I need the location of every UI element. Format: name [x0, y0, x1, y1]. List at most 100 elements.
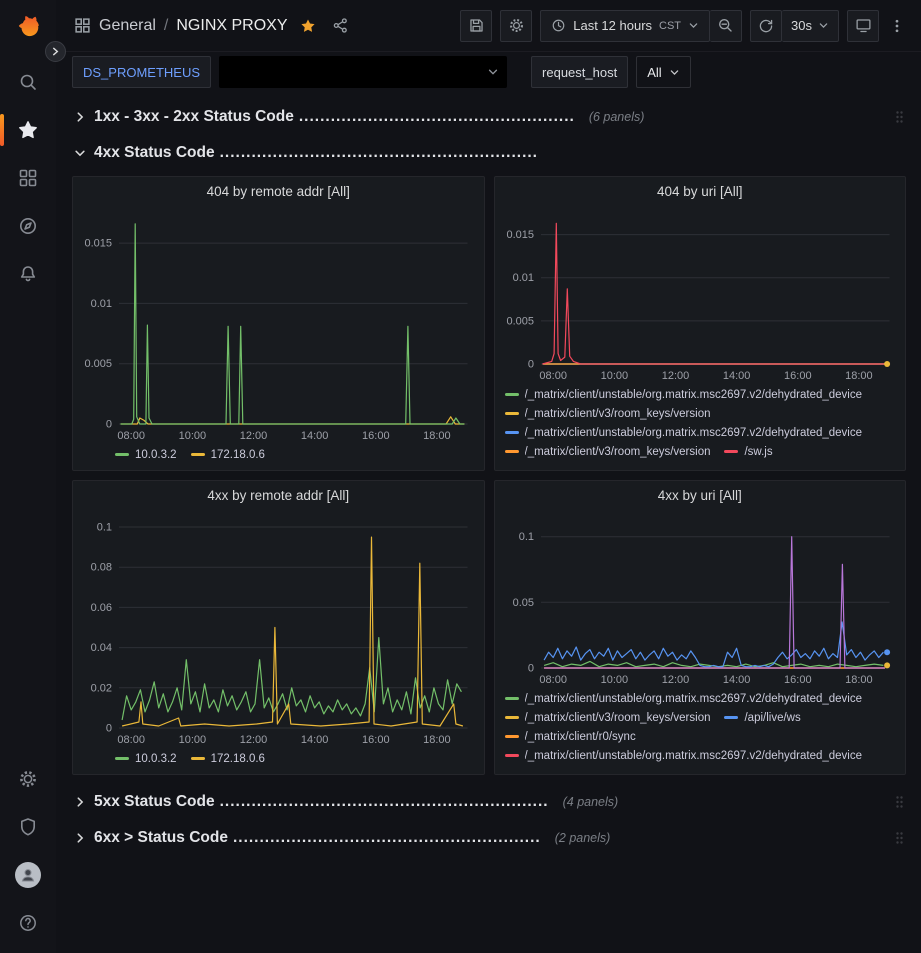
star-icon [18, 120, 38, 140]
row-title: 6xx > Status Code [94, 829, 228, 847]
row-drag-handle[interactable] [895, 831, 906, 845]
legend-series-label: /_matrix/client/v3/room_keys/version [525, 408, 711, 420]
legend-item[interactable]: /_matrix/client/unstable/org.matrix.msc2… [505, 747, 863, 764]
legend-item[interactable]: /_matrix/client/unstable/org.matrix.msc2… [505, 386, 863, 403]
panel-legend: /_matrix/client/unstable/org.matrix.msc2… [495, 688, 906, 774]
panel-legend: 10.0.3.2 172.18.0.6 [73, 748, 484, 774]
legend-series-label: /_matrix/client/v3/room_keys/version [525, 446, 711, 458]
timeseries-chart-404-by-uri[interactable]: 00.0050.010.01508:0010:0012:0014:0016:00… [499, 205, 902, 384]
sidebar-expand-toggle[interactable] [45, 41, 66, 62]
bell-icon [18, 264, 38, 284]
sidebar-item-starred[interactable] [0, 106, 56, 154]
sidebar-item-configuration[interactable] [0, 755, 56, 803]
panel-title[interactable]: 4xx by uri [All] [495, 481, 906, 509]
sidebar-item-explore[interactable] [0, 202, 56, 250]
legend-item[interactable]: 172.18.0.6 [191, 446, 265, 463]
svg-text:0.02: 0.02 [91, 682, 112, 694]
sidebar-item-dashboards[interactable] [0, 154, 56, 202]
sidebar-item-help[interactable] [0, 899, 56, 947]
svg-text:18:00: 18:00 [845, 674, 873, 686]
page-title: NGINX PROXY [176, 17, 287, 35]
legend-series-mark [115, 757, 129, 760]
row-header-5xx[interactable]: 5xx Status Code ........................… [72, 787, 906, 817]
refresh-interval-dropdown[interactable]: 30s [782, 10, 839, 42]
svg-text:0: 0 [527, 663, 533, 675]
panel-title[interactable]: 404 by uri [All] [495, 177, 906, 205]
svg-text:0.01: 0.01 [512, 272, 533, 284]
favorite-star-button[interactable] [300, 18, 316, 34]
clock-icon [551, 18, 566, 33]
legend-item[interactable]: /_matrix/client/unstable/org.matrix.msc2… [505, 424, 863, 441]
save-dashboard-button[interactable] [460, 10, 492, 42]
legend-item[interactable]: /sw.js [724, 443, 772, 460]
tv-mode-button[interactable] [847, 10, 879, 42]
timezone-label: CST [659, 20, 681, 32]
svg-text:14:00: 14:00 [722, 674, 750, 686]
kebab-menu-icon [889, 18, 905, 34]
sidebar-item-server-admin[interactable] [0, 803, 56, 851]
refresh-icon [758, 18, 774, 34]
chevron-right-icon [51, 47, 60, 56]
gear-icon [508, 17, 525, 34]
share-button[interactable] [332, 17, 349, 34]
dashboard-settings-button[interactable] [500, 10, 532, 42]
legend-item[interactable]: /_matrix/client/v3/room_keys/version [505, 709, 711, 726]
legend-series-mark [191, 453, 205, 456]
svg-text:0.005: 0.005 [506, 315, 534, 327]
svg-text:14:00: 14:00 [301, 430, 329, 442]
row-title: 5xx Status Code [94, 793, 215, 811]
svg-text:16:00: 16:00 [362, 430, 390, 442]
drag-dots-icon [895, 795, 904, 809]
zoom-out-icon [717, 17, 734, 34]
chevron-down-icon [688, 20, 699, 31]
drag-dots-icon [895, 831, 904, 845]
panel-title[interactable]: 404 by remote addr [All] [73, 177, 484, 205]
variable-value-request-host-dropdown[interactable]: All [636, 56, 690, 88]
legend-item[interactable]: /_matrix/client/v3/room_keys/version [505, 405, 711, 422]
svg-text:12:00: 12:00 [240, 734, 268, 746]
legend-item[interactable]: /_matrix/client/r0/sync [505, 728, 636, 745]
timeseries-chart-404-by-remote-addr[interactable]: 00.0050.010.01508:0010:0012:0014:0016:00… [77, 205, 480, 444]
legend-item[interactable]: /_matrix/client/v3/room_keys/version [505, 443, 711, 460]
breadcrumb-section[interactable]: General [99, 17, 156, 35]
chevron-down-icon [487, 66, 499, 78]
top-navbar: General / NGINX PROXY [56, 0, 921, 52]
row-header-6xx[interactable]: 6xx > Status Code ......................… [72, 823, 906, 853]
sidebar-item-search[interactable] [0, 58, 56, 106]
compass-icon [18, 216, 38, 236]
legend-series-label: /_matrix/client/v3/room_keys/version [525, 712, 711, 724]
sidebar-item-profile[interactable] [0, 851, 56, 899]
row-header-4xx[interactable]: 4xx Status Code ........................… [72, 138, 906, 168]
time-range-picker[interactable]: Last 12 hours CST [540, 10, 710, 42]
refresh-interval-value: 30s [791, 18, 812, 33]
dashboard-toolbar: Last 12 hours CST 30s [460, 10, 907, 42]
legend-item[interactable]: 10.0.3.2 [115, 446, 177, 463]
row-title-dots: ........................................… [220, 793, 549, 811]
row-header-1xx-3xx-2xx[interactable]: 1xx - 3xx - 2xx Status Code ............… [72, 102, 906, 132]
legend-series-label: /_matrix/client/unstable/org.matrix.msc2… [525, 750, 863, 762]
refresh-button[interactable] [750, 10, 782, 42]
more-options-button[interactable] [887, 10, 907, 42]
timeseries-chart-4xx-by-remote-addr[interactable]: 00.020.040.060.080.108:0010:0012:0014:00… [77, 509, 480, 748]
variable-value-ds-prometheus-dropdown[interactable] [219, 56, 507, 88]
row-drag-handle[interactable] [895, 795, 906, 809]
zoom-out-time-button[interactable] [710, 10, 742, 42]
row-drag-handle[interactable] [895, 110, 906, 124]
legend-series-label: /sw.js [744, 446, 772, 458]
legend-item[interactable]: /api/live/ws [724, 709, 800, 726]
svg-text:18:00: 18:00 [423, 430, 451, 442]
legend-series-mark [505, 716, 519, 719]
sidebar-nav [0, 58, 56, 298]
legend-item[interactable]: /_matrix/client/unstable/org.matrix.msc2… [505, 690, 863, 707]
sidebar-item-alerting[interactable] [0, 250, 56, 298]
svg-text:18:00: 18:00 [423, 734, 451, 746]
panel-title[interactable]: 4xx by remote addr [All] [73, 481, 484, 509]
legend-series-mark [505, 393, 519, 396]
row-title-dots: ........................................… [233, 829, 541, 847]
timeseries-chart-4xx-by-uri[interactable]: 00.050.108:0010:0012:0014:0016:0018:00 [499, 509, 902, 688]
legend-item[interactable]: 10.0.3.2 [115, 750, 177, 767]
legend-series-mark [724, 450, 738, 453]
legend-item[interactable]: 172.18.0.6 [191, 750, 265, 767]
svg-text:18:00: 18:00 [845, 370, 873, 382]
row-title: 4xx Status Code [94, 144, 215, 162]
